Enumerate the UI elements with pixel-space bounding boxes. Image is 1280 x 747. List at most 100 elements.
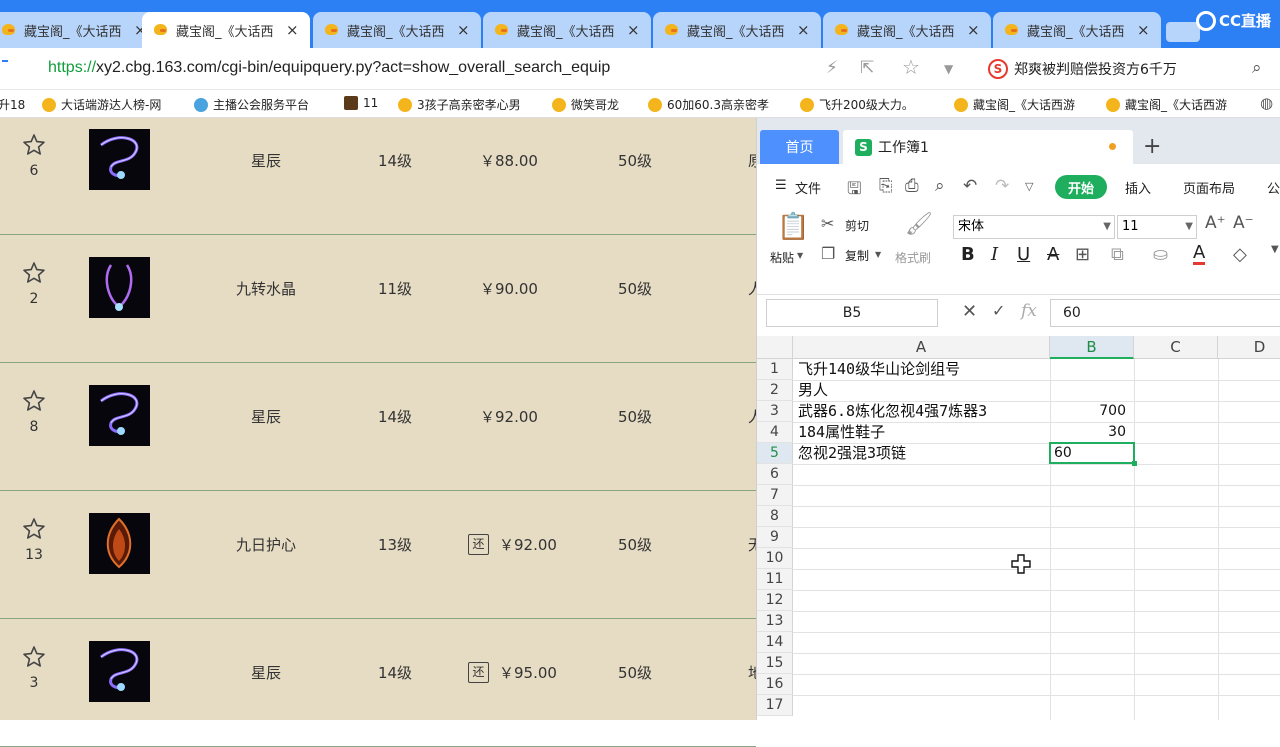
- active-cell-b5[interactable]: 60: [1049, 442, 1137, 466]
- new-tab-button[interactable]: [1166, 22, 1200, 42]
- chevron-down-icon[interactable]: ▼: [944, 62, 953, 76]
- listing-row[interactable]: 8 星辰 14级 ￥92.00 50级 人: [0, 363, 758, 491]
- bold-icon[interactable]: B: [961, 244, 975, 265]
- cell-a5[interactable]: 忽视2强混3项链: [798, 443, 906, 464]
- menu-file[interactable]: 文件: [795, 178, 821, 197]
- font-size-select[interactable]: 11 ▼: [1117, 215, 1197, 239]
- listing-row[interactable]: 3 星辰 14级 还 ￥95.00 50级 地: [0, 619, 758, 747]
- search-icon[interactable]: ⌕: [1252, 58, 1262, 78]
- search-suggestion[interactable]: S 郑爽被判赔偿投资方6千万: [988, 59, 1177, 79]
- cell-a2[interactable]: 男人: [798, 380, 828, 401]
- browser-tab[interactable]: 藏宝阁_《大话西 ×: [653, 12, 821, 48]
- borders-icon[interactable]: ⊞: [1075, 244, 1090, 265]
- row-header[interactable]: 4: [757, 422, 793, 443]
- lightning-icon[interactable]: ⚡: [826, 58, 838, 78]
- cancel-formula-icon[interactable]: ✕: [962, 301, 977, 322]
- listing-row[interactable]: 6 星辰 14级 ￥88.00 50级 原: [0, 107, 758, 235]
- scissors-icon[interactable]: ✂: [821, 214, 834, 233]
- strikethrough-icon[interactable]: A: [1047, 244, 1059, 265]
- row-header[interactable]: 17: [757, 695, 793, 716]
- back-arrow-icon[interactable]: [2, 60, 8, 62]
- tab-close-icon[interactable]: ×: [286, 21, 299, 39]
- redo-icon[interactable]: ↷: [995, 176, 1009, 196]
- cell-a4[interactable]: 184属性鞋子: [798, 422, 885, 443]
- equipment-thumbnail[interactable]: [89, 129, 150, 190]
- confirm-formula-icon[interactable]: ✓: [992, 301, 1005, 320]
- eraser-icon[interactable]: ◇: [1233, 244, 1247, 265]
- home-tab[interactable]: 首页: [760, 130, 839, 164]
- row-header[interactable]: 15: [757, 653, 793, 674]
- cell-grid[interactable]: A B C D 1 2 3 4 5 6 7 8 9 10 11 12 13 14…: [757, 336, 1280, 720]
- chevron-down-icon[interactable]: ▼: [875, 250, 881, 259]
- tab-close-icon[interactable]: ×: [1137, 21, 1150, 39]
- url-field[interactable]: https://xy2.cbg.163.com/cgi-bin/equipque…: [48, 59, 610, 77]
- hamburger-icon[interactable]: ☰: [775, 178, 787, 193]
- bookmark-star-icon[interactable]: ☆: [902, 55, 920, 79]
- column-header-d[interactable]: D: [1218, 336, 1280, 359]
- cell-b3[interactable]: 700: [1050, 401, 1132, 422]
- column-header-a[interactable]: A: [793, 336, 1050, 359]
- favorite-star-icon[interactable]: [22, 261, 46, 285]
- row-header[interactable]: 7: [757, 485, 793, 506]
- row-header[interactable]: 11: [757, 569, 793, 590]
- row-header[interactable]: 2: [757, 380, 793, 401]
- equipment-thumbnail[interactable]: [89, 257, 150, 318]
- font-color-icon[interactable]: A: [1193, 244, 1206, 265]
- cell-a1[interactable]: 飞升140级华山论剑组号: [798, 359, 960, 380]
- browser-tab[interactable]: 藏宝阁_《大话西 ×: [0, 12, 158, 48]
- equipment-name[interactable]: 九日护心: [200, 534, 332, 555]
- row-header[interactable]: 12: [757, 590, 793, 611]
- row-header[interactable]: 1: [757, 359, 793, 380]
- column-header-b[interactable]: B: [1050, 336, 1134, 359]
- undo-icon[interactable]: ↶: [963, 176, 977, 196]
- fill-color-icon[interactable]: ⛀: [1153, 244, 1168, 265]
- bookmark-item[interactable]: 藏宝阁_《大话西游: [954, 96, 1090, 113]
- copy-button[interactable]: 复制: [845, 247, 869, 264]
- equipment-thumbnail[interactable]: [89, 385, 150, 446]
- chevron-down-icon[interactable]: ▼: [797, 251, 803, 260]
- tab-close-icon[interactable]: ×: [797, 21, 810, 39]
- paste-icon[interactable]: 📋: [777, 212, 809, 242]
- select-all-corner[interactable]: [757, 336, 793, 359]
- italic-icon[interactable]: I: [991, 244, 998, 265]
- chevron-down-icon[interactable]: ▼: [1103, 216, 1111, 238]
- export-icon[interactable]: ⎘: [879, 176, 893, 196]
- print-icon[interactable]: ⎙: [905, 176, 919, 196]
- font-name-select[interactable]: 宋体 ▼: [953, 215, 1115, 239]
- tab-close-icon[interactable]: ×: [627, 21, 640, 39]
- row-header[interactable]: 16: [757, 674, 793, 695]
- formula-input[interactable]: 60: [1050, 299, 1280, 327]
- equipment-name[interactable]: 星辰: [200, 150, 332, 171]
- equipment-name[interactable]: 星辰: [200, 662, 332, 683]
- chevron-down-icon[interactable]: ▼: [1271, 244, 1279, 255]
- format-painter-icon[interactable]: 🖌: [905, 212, 933, 237]
- row-header[interactable]: 3: [757, 401, 793, 422]
- row-header[interactable]: 9: [757, 527, 793, 548]
- copy-icon[interactable]: ❐: [821, 244, 835, 263]
- browser-tab[interactable]: 藏宝阁_《大话西 ×: [993, 12, 1161, 48]
- menu-insert[interactable]: 插入: [1125, 178, 1151, 197]
- equipment-thumbnail[interactable]: [89, 641, 150, 702]
- listing-row[interactable]: 13 九日护心 13级 还 ￥92.00 50级 无: [0, 491, 758, 619]
- tab-close-icon[interactable]: ×: [457, 21, 470, 39]
- chevron-down-icon[interactable]: ▽: [1025, 180, 1033, 193]
- chevron-down-icon[interactable]: ▼: [1185, 216, 1193, 238]
- cell-a3[interactable]: 武器6.8炼化忽视4强7炼器3: [798, 401, 987, 422]
- browser-tab[interactable]: 藏宝阁_《大话西 ×: [483, 12, 651, 48]
- cut-button[interactable]: 剪切: [845, 217, 869, 234]
- name-box[interactable]: B5: [766, 299, 938, 327]
- listing-row[interactable]: 2 九转水晶 11级 ￥90.00 50级 人: [0, 235, 758, 363]
- favorite-star-icon[interactable]: [22, 389, 46, 413]
- column-header-c[interactable]: C: [1134, 336, 1218, 359]
- cell-b4[interactable]: 30: [1050, 422, 1132, 443]
- row-header[interactable]: 14: [757, 632, 793, 653]
- favorite-star-icon[interactable]: [22, 645, 46, 669]
- underline-icon[interactable]: U: [1017, 244, 1030, 265]
- workbook-tab[interactable]: S 工作簿1: [843, 130, 1133, 164]
- equipment-name[interactable]: 九转水晶: [200, 278, 332, 299]
- row-header[interactable]: 10: [757, 548, 793, 569]
- globe-icon[interactable]: ◍: [1260, 94, 1273, 112]
- browser-tab[interactable]: 藏宝阁_《大话西 ×: [313, 12, 481, 48]
- increase-font-icon[interactable]: A⁺: [1205, 213, 1226, 233]
- menu-page-layout[interactable]: 页面布局: [1183, 178, 1235, 197]
